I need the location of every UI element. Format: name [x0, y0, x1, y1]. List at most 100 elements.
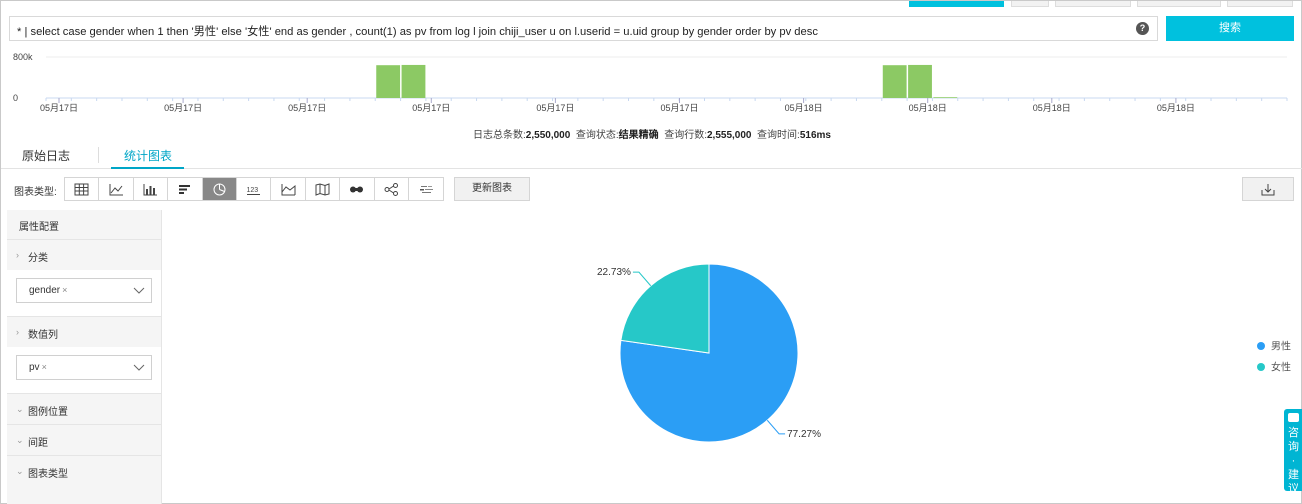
- value-tag: pv ×: [29, 362, 47, 373]
- top-tab[interactable]: [1227, 1, 1293, 7]
- section-value-label: 数值列: [28, 330, 58, 341]
- section-chart-type[interactable]: ⌄ 图表类型: [7, 455, 161, 486]
- bar-chart-icon[interactable]: [133, 178, 169, 200]
- section-value-column[interactable]: › 数值列: [7, 316, 161, 347]
- x-tick-label: 05月17日: [536, 103, 574, 113]
- time-label: 查询时间:: [757, 130, 800, 141]
- value-select[interactable]: pv ×: [16, 355, 152, 380]
- chart-type-label: 图表类型:: [14, 187, 57, 198]
- category-select[interactable]: gender ×: [16, 278, 152, 303]
- search-button[interactable]: 搜索: [1166, 16, 1294, 41]
- legend-marker: [1257, 363, 1265, 371]
- active-tab-indicator: [111, 167, 184, 169]
- pie-slice[interactable]: [620, 263, 710, 354]
- chevron-down-icon: ⌄: [16, 404, 24, 414]
- chevron-down-icon: [133, 287, 145, 294]
- line-chart-icon[interactable]: [99, 178, 134, 200]
- chart-type-selector: 123: [64, 177, 445, 201]
- chevron-down-icon: [133, 364, 145, 371]
- result-tabs: 原始日志 统计图表: [1, 141, 1302, 169]
- pie-label-line: [766, 419, 786, 435]
- log-histogram[interactable]: 800k 0 05月17日 05月17日 05月17日 05月17日 05月17日 05月17…: [1, 47, 1302, 119]
- table-icon[interactable]: [65, 178, 100, 200]
- x-tick-label: 05月18日: [1157, 103, 1195, 113]
- query-summary: 日志总条数:2,550,000 查询状态:结果精确 查询行数:2,555,000…: [1, 126, 1302, 141]
- update-chart-button[interactable]: 更新图表: [454, 177, 530, 201]
- histogram-bar[interactable]: [908, 64, 932, 98]
- top-tab-active[interactable]: [909, 1, 1004, 7]
- property-config-panel: 属性配置 › 分类 gender × › 数值列 pv × ⌄ 图例位置 ⌄ 间距 …: [7, 210, 161, 504]
- category-field-wrap: gender ×: [7, 270, 161, 316]
- area-chart-icon[interactable]: [271, 178, 306, 200]
- value-field-wrap: pv ×: [7, 347, 161, 393]
- download-icon: [1261, 183, 1275, 195]
- status-value: 结果精确: [618, 130, 659, 141]
- chevron-right-icon: ›: [16, 327, 19, 337]
- topology-icon[interactable]: [374, 178, 409, 200]
- legend-marker: [1257, 342, 1265, 350]
- horizontal-bar-icon[interactable]: [168, 178, 203, 200]
- section-category[interactable]: › 分类: [7, 239, 161, 270]
- legend-label[interactable]: 男性: [1271, 340, 1291, 353]
- number-icon[interactable]: 123: [236, 178, 272, 200]
- rows-value: 2,555,000: [706, 130, 752, 141]
- section-legend-position[interactable]: ⌄ 图例位置: [7, 393, 161, 424]
- x-tick-label: 05月17日: [288, 103, 326, 113]
- section-chart-type-label: 图表类型: [28, 469, 68, 480]
- help-icon[interactable]: ?: [1136, 22, 1149, 35]
- y-tick-label: 0: [13, 93, 18, 103]
- y-tick-label: 800k: [13, 52, 33, 62]
- tag-remove-icon[interactable]: ×: [42, 362, 47, 372]
- x-tick-label: 05月18日: [785, 103, 823, 113]
- number-glyph: 123: [247, 187, 259, 194]
- chart-area: 77.27% 22.73% 男性女性: [161, 210, 1296, 504]
- panel-title: 属性配置: [19, 222, 59, 233]
- flow-icon[interactable]: [340, 178, 375, 200]
- x-tick-label: 05月17日: [164, 103, 202, 113]
- tab-separator: [98, 147, 99, 163]
- download-button[interactable]: [1242, 177, 1294, 201]
- section-legend-label: 图例位置: [28, 407, 68, 418]
- category-tag-label: gender: [29, 285, 61, 296]
- histogram-bar[interactable]: [376, 65, 401, 98]
- pie-chart-icon[interactable]: [202, 178, 237, 200]
- rows-label: 查询行数:: [664, 130, 707, 141]
- chat-icon: [1288, 413, 1299, 422]
- pie-data-label: 77.27%: [787, 429, 821, 440]
- x-tick-label: 05月17日: [660, 103, 698, 113]
- query-text: * | select case gender when 1 then '男性' …: [17, 26, 818, 38]
- total-label: 日志总条数:: [473, 130, 526, 141]
- pie-chart[interactable]: 77.27% 22.73% 男性女性: [162, 210, 1297, 504]
- x-tick-label: 05月17日: [412, 103, 450, 113]
- time-value: 516ms: [799, 130, 831, 141]
- consult-suggest-button[interactable]: 咨询·建议: [1284, 409, 1302, 495]
- tab-raw-logs[interactable]: 原始日志: [22, 147, 70, 164]
- status-label: 查询状态:: [575, 130, 619, 141]
- x-tick-label: 05月18日: [909, 103, 947, 113]
- clipped-title: [7, 1, 137, 6]
- section-spacing[interactable]: ⌄ 间距: [7, 424, 161, 455]
- tag-remove-icon[interactable]: ×: [62, 285, 67, 295]
- histogram-bar[interactable]: [882, 65, 907, 98]
- map-icon[interactable]: [305, 178, 341, 200]
- chevron-down-icon: ⌄: [16, 435, 24, 445]
- x-tick-label: 05月17日: [40, 103, 78, 113]
- consult-text: 咨询·建议: [1288, 427, 1299, 495]
- query-input[interactable]: * | select case gender when 1 then '男性' …: [9, 16, 1158, 41]
- chevron-right-icon: ›: [16, 250, 19, 260]
- top-tab[interactable]: [1137, 1, 1221, 7]
- top-tab-strip: [1, 1, 1302, 9]
- histogram-bar[interactable]: [933, 97, 958, 98]
- category-tag: gender ×: [29, 285, 67, 296]
- pie-data-label: 22.73%: [597, 267, 631, 278]
- value-tag-label: pv: [29, 362, 40, 373]
- histogram-bar[interactable]: [401, 64, 426, 98]
- tab-charts[interactable]: 统计图表: [124, 147, 172, 164]
- word-cloud-icon[interactable]: [408, 178, 444, 200]
- section-category-label: 分类: [28, 253, 48, 264]
- top-tab[interactable]: [1011, 1, 1049, 7]
- section-spacing-label: 间距: [28, 438, 48, 449]
- legend-label[interactable]: 女性: [1271, 361, 1291, 374]
- chevron-down-icon: ⌄: [16, 466, 24, 476]
- top-tab[interactable]: [1055, 1, 1131, 7]
